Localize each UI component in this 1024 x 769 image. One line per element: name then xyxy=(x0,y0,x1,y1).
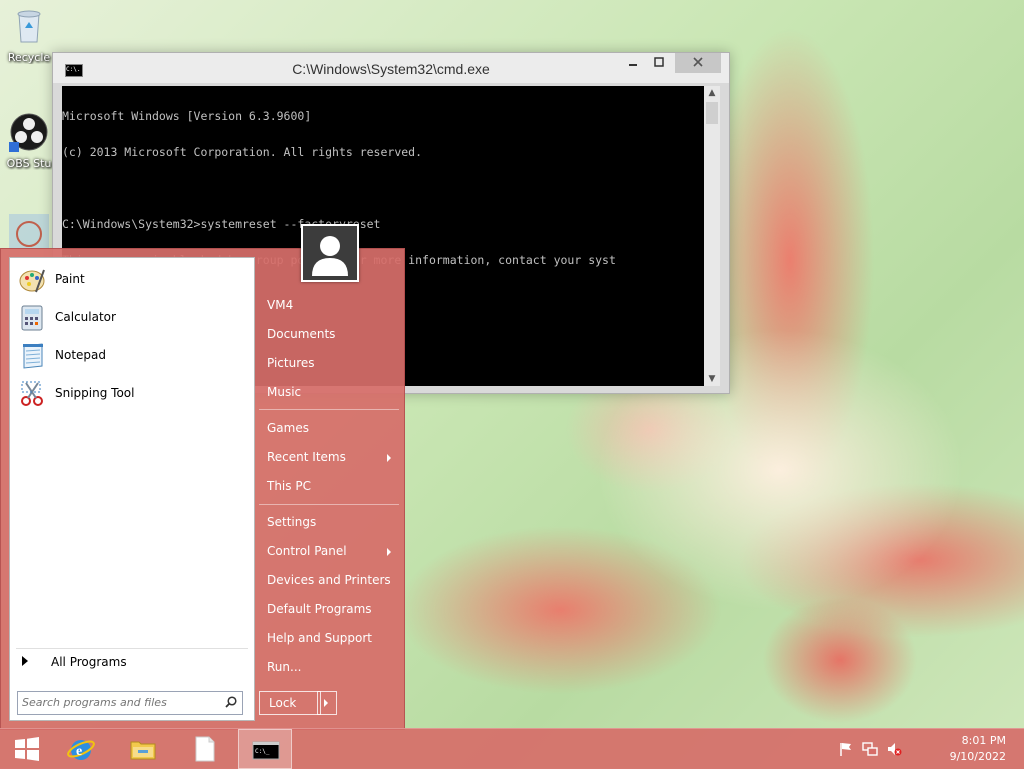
pinned-item-label: Calculator xyxy=(55,310,116,324)
start-item-recent-items[interactable]: Recent Items xyxy=(259,446,399,468)
console-line: C:\Windows\System32>systemreset --factor… xyxy=(62,217,381,231)
start-item-label: Pictures xyxy=(267,356,315,370)
start-item-run[interactable]: Run... xyxy=(259,656,399,678)
desktop-icon-recycle-bin[interactable]: Recycle xyxy=(4,6,54,64)
start-item-label: Music xyxy=(267,385,302,399)
pinned-item-label: Notepad xyxy=(55,348,106,362)
start-menu: Paint Calculator Notepad Snipping Tool A… xyxy=(0,224,405,730)
notepad-icon xyxy=(23,343,43,369)
paint-icon xyxy=(19,269,45,293)
close-icon xyxy=(693,57,703,67)
volume-muted-icon[interactable] xyxy=(886,741,902,757)
scroll-up-icon[interactable]: ▲ xyxy=(704,86,720,100)
start-item-label: Help and Support xyxy=(267,631,372,645)
console-line: (c) 2013 Microsoft Corporation. All righ… xyxy=(62,145,423,159)
desktop-icon-label: OBS Stu xyxy=(6,157,52,170)
start-button[interactable] xyxy=(0,729,54,769)
console-scrollbar[interactable]: ▲ ▼ xyxy=(704,86,720,386)
start-item-label: VM4 xyxy=(267,298,294,312)
start-item-label: Run... xyxy=(267,660,302,674)
start-item-default-programs[interactable]: Default Programs xyxy=(259,598,399,620)
user-avatar[interactable] xyxy=(301,224,359,282)
windows-logo-icon xyxy=(15,737,39,761)
pinned-item-paint[interactable]: Paint xyxy=(14,262,250,298)
divider xyxy=(259,409,399,410)
start-item-vm4[interactable]: VM4 xyxy=(259,294,399,316)
taskbar: e C:\_ 8:01 PM 9/10/2022 xyxy=(0,728,1024,769)
blank-document-icon xyxy=(195,736,215,762)
desktop-icon-label: Recycle xyxy=(7,51,51,64)
system-clock[interactable]: 8:01 PM 9/10/2022 xyxy=(950,733,1006,765)
maximize-button[interactable] xyxy=(645,53,673,73)
search-icon[interactable] xyxy=(225,696,237,708)
desktop-icon-obs[interactable]: OBS Stu xyxy=(4,112,54,170)
start-item-settings[interactable]: Settings xyxy=(259,511,399,533)
pinned-item-snipping-tool[interactable]: Snipping Tool xyxy=(14,376,250,412)
start-item-label: Settings xyxy=(267,515,317,529)
chevron-right-icon xyxy=(324,699,328,707)
cmd-icon: C:\_ xyxy=(252,741,280,760)
snipping-tool-icon xyxy=(21,381,43,406)
taskbar-notepad[interactable] xyxy=(177,729,231,769)
desktop-icon-partial[interactable] xyxy=(4,214,54,248)
pinned-item-label: Snipping Tool xyxy=(55,386,135,400)
start-item-games[interactable]: Games xyxy=(259,417,399,439)
obs-icon xyxy=(9,113,48,152)
clock-date: 9/10/2022 xyxy=(949,750,1006,763)
svg-text:e: e xyxy=(76,744,82,759)
chevron-right-icon xyxy=(387,454,391,462)
taskbar-cmd[interactable]: C:\_ xyxy=(238,729,292,769)
scrollbar-thumb[interactable] xyxy=(706,102,718,124)
internet-explorer-icon: e xyxy=(67,740,95,760)
triangle-right-icon xyxy=(22,656,28,666)
scroll-down-icon[interactable]: ▼ xyxy=(704,372,720,386)
console-line: Microsoft Windows [Version 6.3.9600] xyxy=(62,109,312,123)
divider xyxy=(16,648,248,649)
start-item-this-pc[interactable]: This PC xyxy=(259,475,399,497)
start-item-label: This PC xyxy=(267,479,311,493)
search-box[interactable] xyxy=(17,691,243,715)
start-left-pane: Paint Calculator Notepad Snipping Tool A… xyxy=(9,257,255,721)
search-input[interactable] xyxy=(22,694,218,710)
folder-icon xyxy=(130,741,156,760)
start-item-control-panel[interactable]: Control Panel xyxy=(259,540,399,562)
cmd-icon-text: C:\_ xyxy=(255,748,270,755)
recycle-bin-icon xyxy=(17,10,41,43)
minimize-icon xyxy=(629,64,637,66)
clock-time: 8:01 PM xyxy=(961,734,1006,747)
start-item-label: Games xyxy=(267,421,309,435)
start-item-label: Recent Items xyxy=(267,450,346,464)
action-center-flag-icon[interactable] xyxy=(838,741,854,757)
pinned-item-label: Paint xyxy=(55,272,85,286)
taskbar-internet-explorer[interactable]: e xyxy=(54,729,108,769)
close-button[interactable] xyxy=(675,53,721,73)
lock-button[interactable]: Lock xyxy=(259,691,321,715)
user-icon xyxy=(312,236,348,276)
all-programs-label: All Programs xyxy=(51,655,127,669)
app-icon xyxy=(9,214,49,248)
start-item-label: Documents xyxy=(267,327,336,341)
minimize-button[interactable] xyxy=(619,53,647,73)
power-options-button[interactable] xyxy=(317,691,337,715)
start-item-music[interactable]: Music xyxy=(259,381,399,403)
calculator-icon xyxy=(21,305,43,331)
all-programs-button[interactable]: All Programs xyxy=(16,652,248,674)
start-item-label: Default Programs xyxy=(267,602,372,616)
start-item-documents[interactable]: Documents xyxy=(259,323,399,345)
taskbar-file-explorer[interactable] xyxy=(116,729,170,769)
start-item-pictures[interactable]: Pictures xyxy=(259,352,399,374)
maximize-icon xyxy=(654,57,664,67)
divider xyxy=(259,504,399,505)
start-item-label: Control Panel xyxy=(267,544,347,558)
start-item-help-support[interactable]: Help and Support xyxy=(259,627,399,649)
chevron-right-icon xyxy=(387,548,391,556)
start-item-label: Devices and Printers xyxy=(267,573,391,587)
lock-label: Lock xyxy=(269,696,297,710)
cmd-titlebar[interactable]: C:\. C:\Windows\System32\cmd.exe xyxy=(53,53,729,83)
pinned-item-calculator[interactable]: Calculator xyxy=(14,300,250,336)
start-item-devices-printers[interactable]: Devices and Printers xyxy=(259,569,399,591)
network-icon[interactable] xyxy=(862,741,878,757)
pinned-item-notepad[interactable]: Notepad xyxy=(14,338,250,374)
